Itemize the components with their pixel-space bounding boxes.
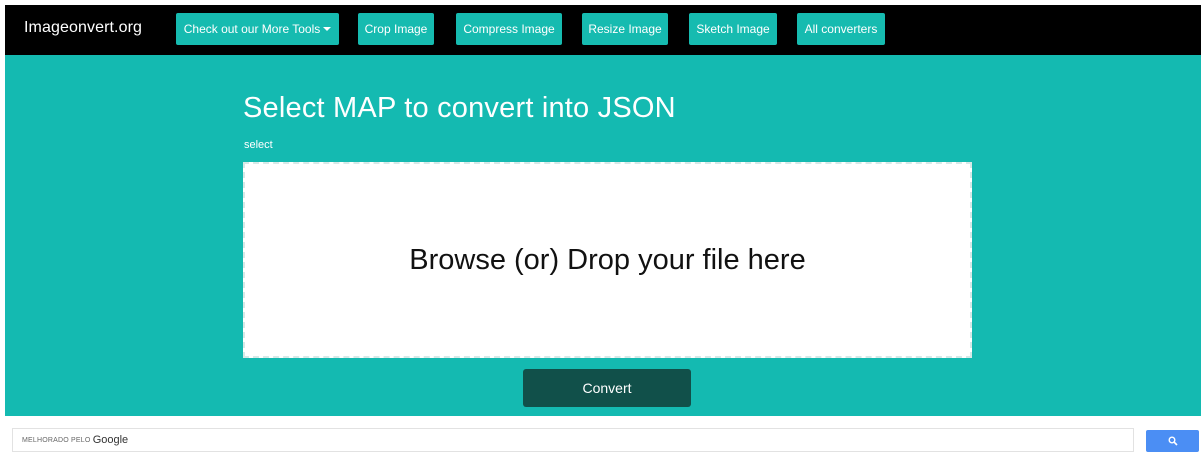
search-input[interactable]: MELHORADO PELO Google xyxy=(12,428,1134,452)
page-title: Select MAP to convert into JSON xyxy=(243,92,676,124)
site-brand-link[interactable]: Imageonvert.org xyxy=(24,19,142,37)
sketch-image-label: Sketch Image xyxy=(696,22,770,36)
crop-image-label: Crop Image xyxy=(364,22,428,36)
all-converters-button[interactable]: All converters xyxy=(797,13,885,45)
sketch-image-button[interactable]: Sketch Image xyxy=(689,13,777,45)
caret-down-icon xyxy=(323,27,332,31)
file-dropzone[interactable]: Browse (or) Drop your file here xyxy=(243,162,972,358)
search-placeholder: MELHORADO PELO Google xyxy=(22,434,128,446)
select-label: select xyxy=(244,139,273,151)
convert-button[interactable]: Convert xyxy=(523,369,691,407)
dropzone-text: Browse (or) Drop your file here xyxy=(409,243,806,276)
search-placeholder-brand: Google xyxy=(92,434,129,446)
search-button[interactable] xyxy=(1146,430,1199,452)
compress-image-button[interactable]: Compress Image xyxy=(456,13,562,45)
top-navbar: Imageonvert.org Check out our More Tools… xyxy=(5,5,1201,55)
search-icon xyxy=(1168,436,1178,446)
resize-image-label: Resize Image xyxy=(588,22,662,36)
more-tools-label: Check out our More Tools xyxy=(183,22,321,36)
more-tools-dropdown-button[interactable]: Check out our More Tools xyxy=(176,13,339,45)
compress-image-label: Compress Image xyxy=(463,22,555,36)
page-frame: Imageonvert.org Check out our More Tools… xyxy=(5,5,1201,416)
resize-image-button[interactable]: Resize Image xyxy=(582,13,668,45)
all-converters-label: All converters xyxy=(804,22,878,36)
converter-panel: Select MAP to convert into JSON select B… xyxy=(5,55,1201,416)
search-placeholder-prefix: MELHORADO PELO xyxy=(22,437,91,444)
crop-image-button[interactable]: Crop Image xyxy=(358,13,434,45)
